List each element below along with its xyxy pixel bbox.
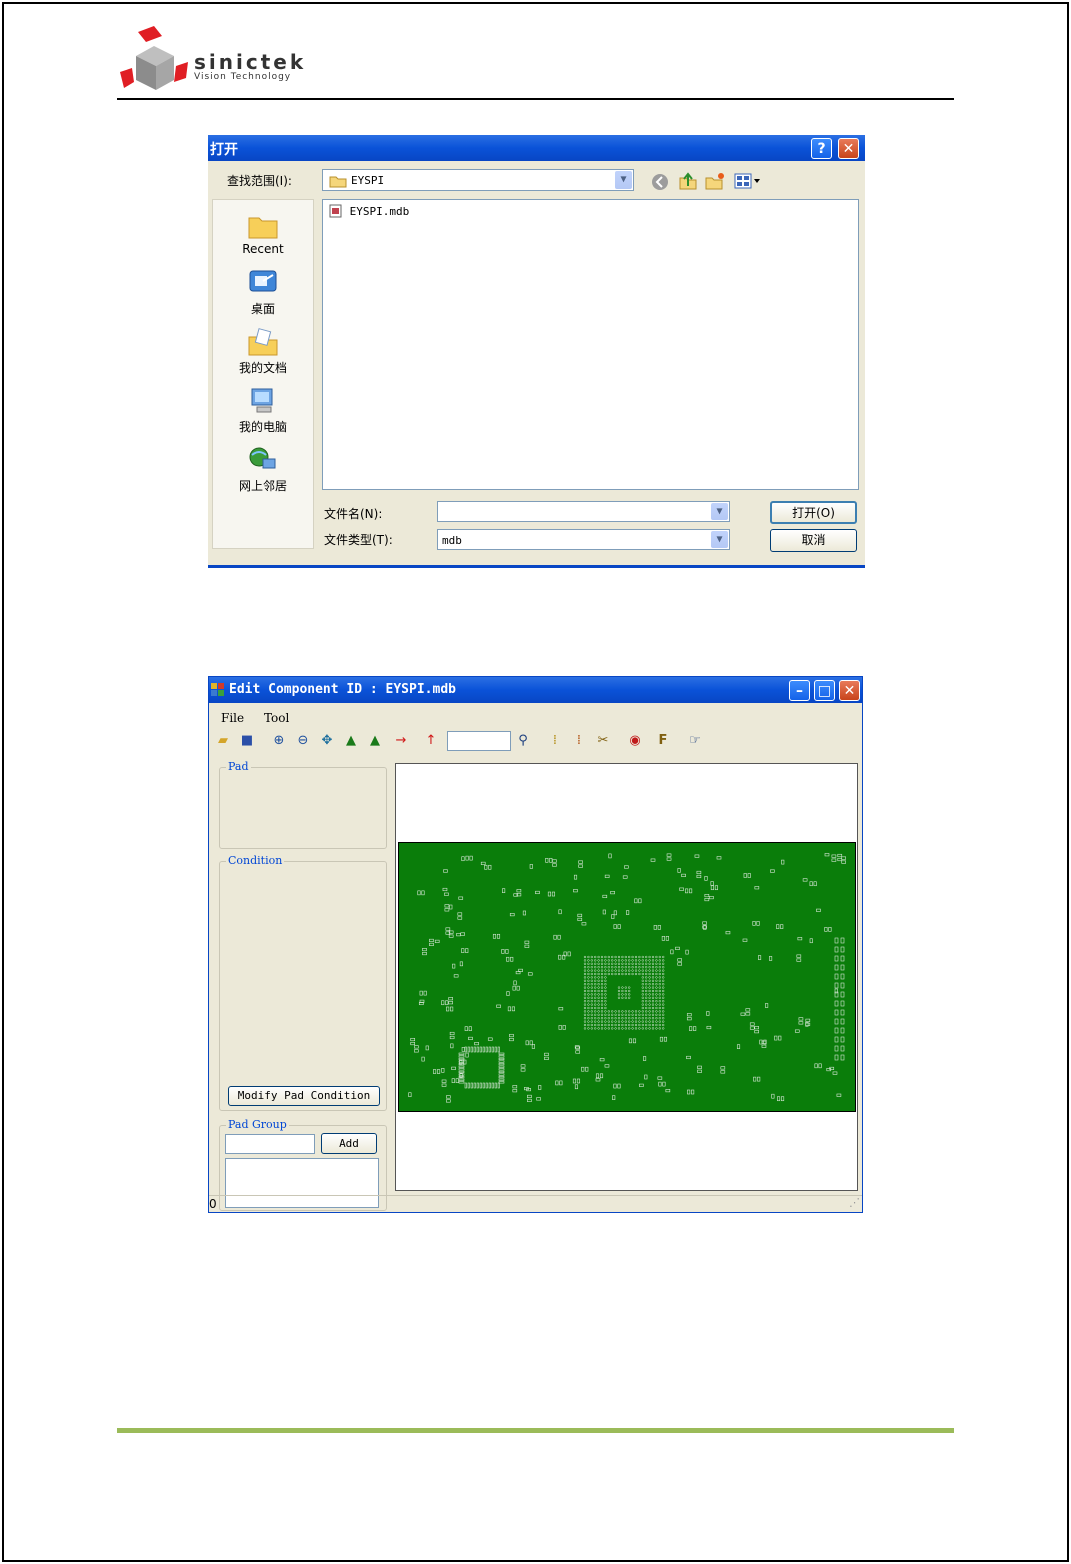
help-button[interactable]: ?	[811, 138, 832, 159]
place-recent[interactable]: Recent	[213, 210, 313, 256]
menu-file[interactable]: File	[221, 711, 244, 725]
pad-group-box: Pad	[219, 760, 387, 849]
filename-input[interactable]: ▼	[437, 501, 730, 522]
place-label: 桌面	[250, 302, 275, 316]
binoculars-icon[interactable]: ⚲	[515, 733, 531, 749]
new-folder-icon[interactable]	[705, 172, 725, 190]
network-places-icon	[249, 447, 276, 469]
pad-group-name-input[interactable]	[225, 1134, 315, 1154]
add-button[interactable]: Add	[321, 1133, 377, 1154]
pad-group-icon[interactable]: ⁞	[571, 733, 587, 749]
filetype-value: mdb	[442, 534, 462, 547]
menu-bar: File Tool	[221, 711, 305, 725]
flip-horizontal-icon[interactable]: ▲	[367, 733, 383, 749]
mdb-file-icon	[329, 204, 342, 218]
logo-cube-icon	[120, 26, 188, 90]
font-icon[interactable]: F	[655, 733, 671, 749]
look-in-combo[interactable]: EYSPI ▼	[322, 169, 634, 191]
chevron-down-icon[interactable]: ▼	[615, 171, 632, 189]
record-icon[interactable]: ◉	[627, 733, 643, 749]
pad-group-label: Pad Group	[226, 1118, 289, 1131]
app-icon	[211, 683, 224, 696]
header-rule	[117, 98, 954, 100]
modify-pad-condition-button[interactable]: Modify Pad Condition	[228, 1086, 380, 1106]
pcb-canvas[interactable]	[395, 763, 858, 1191]
dialog-titlebar: 打开 ? ✕	[208, 135, 865, 161]
arrow-up-icon[interactable]: ↑	[423, 733, 439, 749]
dialog-title: 打开	[210, 142, 238, 158]
filename-label: 文件名(N):	[324, 507, 383, 521]
window-titlebar: Edit Component ID : EYSPI.mdb – □ ✕	[209, 677, 862, 703]
folder-icon	[329, 176, 347, 188]
pcb-pads	[408, 853, 846, 1103]
toolbar: ▰ ■ ⊕ ⊖ ✥ ▲ ▲ → ↑ ⚲ ⁞ ⁞ ✂ ◉ F ☞	[211, 729, 861, 753]
look-in-label: 查找范围(I):	[227, 174, 292, 188]
chevron-down-icon[interactable]: ▼	[711, 503, 728, 520]
pad-select-icon[interactable]: ⁞	[547, 733, 563, 749]
condition-label: Condition	[226, 854, 285, 867]
view-menu-icon[interactable]	[734, 172, 762, 190]
back-icon[interactable]	[651, 173, 669, 191]
place-my-documents[interactable]: 我的文档	[213, 327, 313, 376]
filetype-select[interactable]: mdb ▼	[437, 529, 730, 550]
zoom-out-icon[interactable]: ⊖	[295, 733, 311, 749]
zoom-in-icon[interactable]: ⊕	[271, 733, 287, 749]
place-my-computer[interactable]: 我的电脑	[213, 386, 313, 435]
search-input[interactable]	[447, 731, 511, 751]
open-button[interactable]: 打开(O)	[770, 501, 857, 524]
place-label: 我的电脑	[238, 420, 287, 434]
cancel-button[interactable]: 取消	[770, 529, 857, 552]
places-bar: Recent 桌面 我的文档 我的电脑 网上邻居	[212, 199, 314, 549]
status-text: 0	[209, 1197, 217, 1211]
chevron-down-icon[interactable]: ▼	[711, 531, 728, 548]
desktop-icon	[249, 270, 277, 292]
file-item[interactable]: EYSPI.mdb	[329, 204, 409, 218]
open-file-dialog: 打开 ? ✕ 查找范围(I): EYSPI ▼ Recent 桌面 我的文档 我…	[208, 135, 865, 568]
flip-vertical-icon[interactable]: ▲	[343, 733, 359, 749]
logo-tagline: Vision Technology	[194, 72, 292, 82]
pad-cut-icon[interactable]: ✂	[595, 733, 611, 749]
open-folder-icon[interactable]: ▰	[215, 733, 231, 749]
place-network[interactable]: 网上邻居	[213, 445, 313, 494]
fit-view-icon[interactable]: ✥	[319, 733, 335, 749]
place-label: 我的文档	[238, 361, 287, 375]
place-label: Recent	[242, 242, 284, 256]
my-documents-icon	[248, 328, 278, 356]
filetype-label: 文件类型(T):	[324, 533, 393, 547]
place-desktop[interactable]: 桌面	[213, 268, 313, 317]
hand-icon[interactable]: ☞	[687, 733, 703, 749]
sinictek-logo: sinictek Vision Technology	[118, 26, 318, 96]
status-bar: 0 ⋰	[209, 1195, 862, 1213]
pcb-board	[398, 842, 856, 1112]
pad-label: Pad	[226, 760, 251, 773]
maximize-button[interactable]: □	[814, 680, 835, 701]
save-icon[interactable]: ■	[239, 733, 255, 749]
condition-group-box: Condition Modify Pad Condition	[219, 854, 387, 1111]
window-title: Edit Component ID : EYSPI.mdb	[229, 682, 456, 697]
up-folder-icon[interactable]	[679, 172, 697, 190]
arrow-right-icon[interactable]: →	[393, 733, 409, 749]
look-in-value: EYSPI	[351, 174, 385, 187]
menu-tool[interactable]: Tool	[264, 711, 289, 725]
file-list[interactable]: EYSPI.mdb	[322, 199, 859, 490]
resize-grip-icon: ⋰	[849, 1196, 860, 1209]
minimize-button[interactable]: –	[789, 680, 810, 701]
close-button[interactable]: ✕	[838, 138, 859, 159]
recent-folder-icon	[248, 217, 278, 239]
footer-rule	[117, 1428, 954, 1433]
place-label: 网上邻居	[238, 479, 287, 493]
my-computer-icon	[251, 388, 273, 413]
file-name: EYSPI.mdb	[349, 205, 410, 218]
close-button[interactable]: ✕	[839, 680, 860, 701]
edit-component-window: Edit Component ID : EYSPI.mdb – □ ✕ File…	[208, 676, 863, 1213]
logo-name: sinictek	[194, 50, 307, 74]
